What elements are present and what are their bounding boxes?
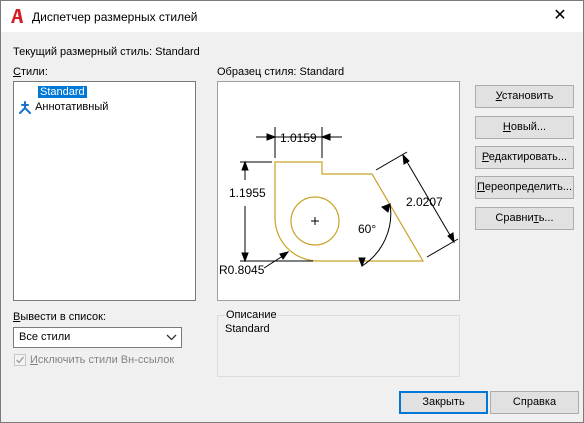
close-window-button[interactable]: ✕ [545, 5, 575, 27]
exclude-xref-label: Исключить стили Вн-ссылок [30, 354, 175, 366]
exclude-xref-checkbox[interactable] [14, 354, 26, 366]
annotative-icon [19, 100, 31, 114]
preview-label: Образец стиля: Standard [217, 66, 345, 78]
preview-drawing: 1.0159 1.1955 2.0207 60° R0.8045 [219, 127, 459, 277]
description-group: Описание Standard [217, 309, 460, 377]
style-item-label: Standard [37, 85, 88, 99]
description-text: Standard [225, 323, 270, 335]
chevron-down-icon [166, 334, 177, 341]
close-button[interactable]: Закрыть [399, 391, 488, 414]
autocad-app-icon [11, 9, 23, 23]
dimension-style-manager-window: Диспетчер размерных стилей ✕ Текущий раз… [0, 0, 584, 423]
style-item-label: Аннотативный [35, 101, 109, 113]
list-filter-value: Все стили [19, 331, 71, 343]
current-style-label: Текущий размерный стиль: Standard [13, 46, 200, 58]
help-button[interactable]: Справка [490, 391, 579, 414]
center-mark [311, 217, 319, 225]
dim-text-right: 2.0207 [406, 195, 443, 209]
dim-text-angle: 60° [358, 222, 376, 236]
style-item-standard[interactable]: Standard [37, 85, 88, 100]
dim-text-left: 1.1955 [229, 186, 266, 200]
window-title: Диспетчер размерных стилей [32, 10, 198, 24]
modify-style-button[interactable]: Редактировать... [475, 146, 574, 169]
dim-text-top: 1.0159 [280, 131, 317, 145]
dim-text-radius: R0.8045 [219, 263, 265, 277]
part-outline [274, 161, 425, 262]
new-style-button[interactable]: Новый... [475, 116, 574, 139]
list-filter-label: Вывести в список: [13, 311, 106, 323]
compare-styles-button[interactable]: Сравнить... [475, 207, 574, 230]
dimension-texts: 1.0159 1.1955 2.0207 60° R0.8045 [219, 131, 443, 277]
styles-list[interactable]: Standard Аннотативный [13, 81, 196, 301]
styles-label: Стили: [13, 66, 48, 78]
list-filter-select[interactable]: Все стили [13, 327, 182, 348]
style-preview: 1.0159 1.1955 2.0207 60° R0.8045 [217, 81, 460, 301]
override-style-button[interactable]: Переопределить... [475, 176, 574, 199]
checkmark-icon [16, 356, 25, 364]
set-current-button[interactable]: Установить [475, 85, 574, 108]
description-title: Описание [225, 309, 278, 321]
title-bar[interactable]: Диспетчер размерных стилей ✕ [1, 1, 583, 32]
style-item-annotative[interactable]: Аннотативный [18, 100, 108, 115]
